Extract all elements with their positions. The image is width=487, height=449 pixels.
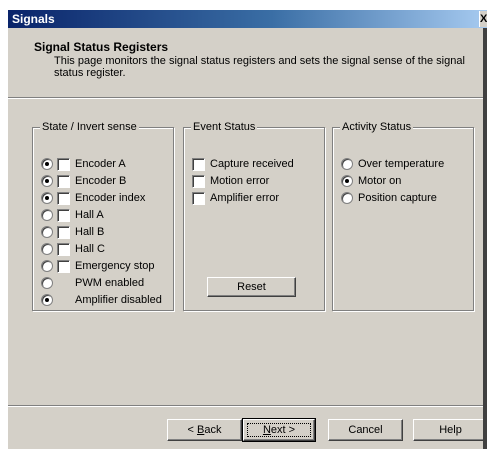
state-label: Hall B [75,226,105,238]
event-checkbox[interactable] [192,157,205,171]
event-status-group: Event Status Capture received Motion erro… [183,121,325,311]
state-label: Hall C [75,243,105,255]
invert-sense-checkbox[interactable] [57,225,70,239]
state-indicator-radio [41,260,53,272]
back-button[interactable]: < Back [167,419,242,441]
state-indicator-radio [41,294,53,306]
state-indicator-radio [41,158,53,170]
state-row: Hall C [41,241,105,257]
state-row: Hall B [41,224,104,240]
activity-indicator-radio [341,158,353,170]
state-invert-group-label: State / Invert sense [40,121,139,133]
help-button[interactable]: Help [413,419,487,441]
invert-sense-checkbox[interactable] [57,259,70,273]
page-title: Signal Status Registers [34,40,169,54]
page-header: Signal Status Registers This page monito… [8,28,487,98]
window-right-edge [483,28,487,449]
invert-sense-checkbox[interactable] [57,208,70,222]
state-label: Amplifier disabled [75,294,162,306]
back-button-label: ack [204,424,222,436]
signals-dialog: Signals X Signal Status Registers This p… [8,10,487,449]
page-description: This page monitors the signal status reg… [54,55,465,79]
state-invert-group: State / Invert sense Encoder A Encoder B E… [32,121,174,311]
state-indicator-radio [41,192,53,204]
event-checkbox[interactable] [192,191,205,205]
state-indicator-radio [41,175,53,187]
event-row[interactable]: Capture received [192,156,294,172]
title-bar: Signals X [8,10,487,28]
state-label: Encoder A [75,158,126,170]
state-label: Encoder B [75,175,127,187]
activity-status-group-label: Activity Status [340,121,414,133]
activity-label: Over temperature [358,158,445,170]
state-label: Hall A [75,209,104,221]
event-label: Amplifier error [210,192,280,204]
event-label: Capture received [210,158,294,170]
state-indicator-radio [41,243,53,255]
footer-divider-highlight [8,406,487,407]
invert-sense-checkbox[interactable] [57,191,70,205]
state-row: Encoder A [41,156,126,172]
state-label: PWM enabled [75,277,145,289]
activity-row: Position capture [341,190,437,206]
event-checkbox[interactable] [192,174,205,188]
state-label: Encoder index [75,192,146,204]
cancel-button[interactable]: Cancel [328,419,403,441]
invert-sense-checkbox[interactable] [57,242,70,256]
activity-label: Position capture [358,192,437,204]
state-indicator-radio [41,277,53,289]
state-indicator-radio [41,209,53,221]
state-row: Encoder index [41,190,145,206]
reset-button-label: Reset [237,281,266,293]
next-button[interactable]: Next > [242,418,316,442]
invert-sense-checkbox[interactable] [57,174,70,188]
activity-label: Motor on [358,175,402,187]
state-row: Hall A [41,207,104,223]
state-row: Emergency stop [41,258,154,274]
state-row: Encoder B [41,173,126,189]
state-indicator-radio [41,226,53,238]
activity-row: Over temperature [341,156,444,172]
activity-status-group: Activity Status Over temperature Motor on… [332,121,474,311]
cancel-button-label: Cancel [348,424,383,436]
state-row: PWM enabled [41,275,144,291]
activity-row: Motor on [341,173,401,189]
next-button-focus-ring [247,423,311,437]
window-title: Signals [12,12,55,26]
back-button-prefix: < [187,424,197,436]
event-row[interactable]: Motion error [192,173,269,189]
reset-button[interactable]: Reset [207,277,296,297]
activity-indicator-radio [341,192,353,204]
activity-indicator-radio [341,175,353,187]
state-row: Amplifier disabled [41,292,162,308]
close-icon[interactable]: X [479,11,487,27]
event-label: Motion error [210,175,270,187]
state-label: Emergency stop [75,260,155,272]
help-button-label: Help [439,424,462,436]
event-row[interactable]: Amplifier error [192,190,279,206]
invert-sense-checkbox[interactable] [57,157,70,171]
event-status-group-label: Event Status [191,121,258,133]
header-divider-highlight [8,98,487,99]
